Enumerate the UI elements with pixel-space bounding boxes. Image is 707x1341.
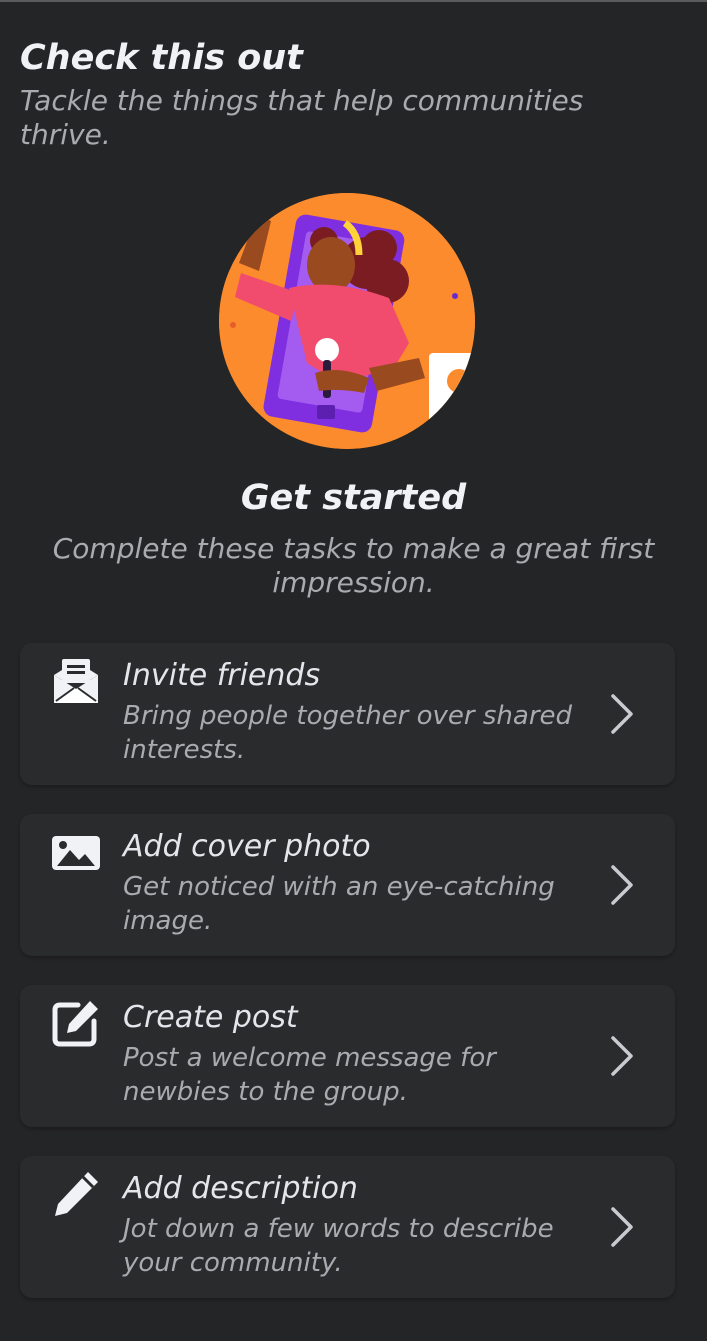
chevron-right-icon <box>607 863 637 907</box>
task-list: Invite friends Bring people together ove… <box>20 643 675 1327</box>
header: Check this out Tackle the things that he… <box>20 36 660 152</box>
chevron-right-icon <box>607 1034 637 1078</box>
pencil-icon <box>50 1168 102 1220</box>
task-description: Jot down a few words to describe your co… <box>123 1214 554 1278</box>
task-title: Invite friends <box>123 658 321 693</box>
top-divider <box>0 0 707 2</box>
task-add-cover-photo[interactable]: Add cover photo Get noticed with an eye-… <box>20 814 675 956</box>
get-started-title: Get started <box>240 478 467 518</box>
task-title: Add cover photo <box>123 829 371 864</box>
task-add-description[interactable]: Add description Jot down a few words to … <box>20 1156 675 1298</box>
header-subtitle: Tackle the things that help communities … <box>20 84 584 151</box>
header-title: Check this out <box>20 38 303 78</box>
task-create-post[interactable]: Create post Post a welcome message for n… <box>20 985 675 1127</box>
image-icon <box>50 826 102 878</box>
task-title: Create post <box>123 1000 298 1035</box>
task-description: Get noticed with an eye-catching image. <box>123 872 555 936</box>
get-started-subtitle: Complete these tasks to make a great fir… <box>52 532 655 599</box>
task-description: Bring people together over shared intere… <box>123 701 573 765</box>
chevron-right-icon <box>607 1205 637 1249</box>
envelope-icon <box>50 655 102 707</box>
hero-illustration <box>219 193 475 449</box>
task-invite-friends[interactable]: Invite friends Bring people together ove… <box>20 643 675 785</box>
task-title: Add description <box>123 1171 358 1206</box>
edit-square-icon <box>50 997 102 1049</box>
chevron-right-icon <box>607 692 637 736</box>
microphone-person-illustration <box>219 193 475 449</box>
task-description: Post a welcome message for newbies to th… <box>123 1043 496 1107</box>
